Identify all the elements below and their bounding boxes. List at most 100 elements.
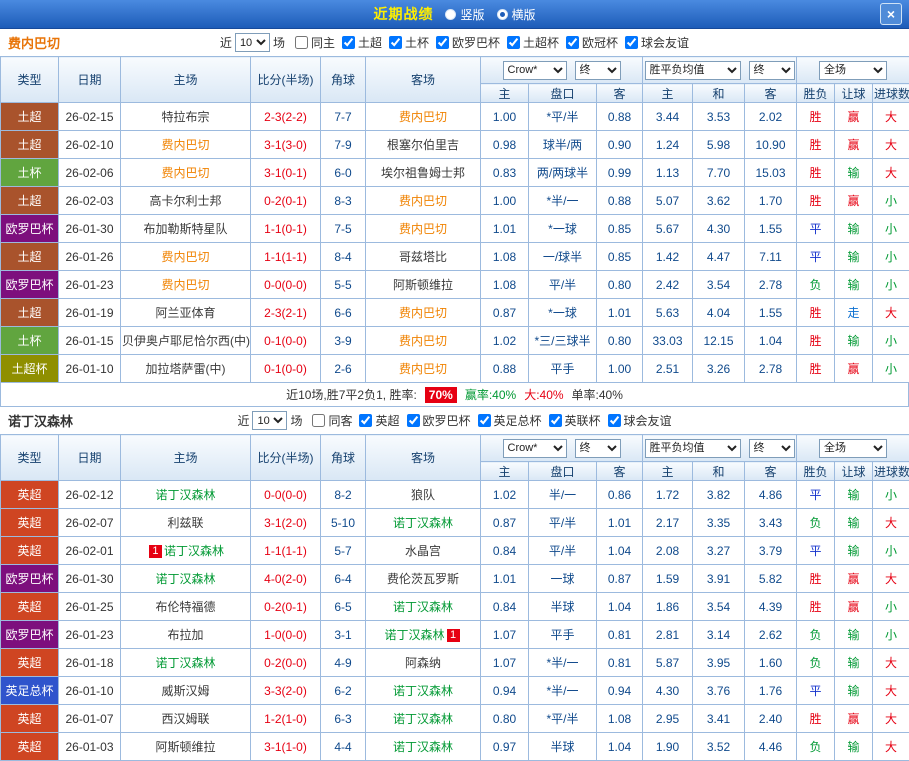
filter-option[interactable]: 欧罗巴杯 [436,34,500,51]
team-link[interactable]: 费内巴切 [161,250,209,264]
asian-final-select[interactable]: 终 [575,61,621,80]
recent-count-select[interactable]: 10 [252,411,287,430]
close-button[interactable]: × [880,3,902,25]
filter-checkbox[interactable] [608,414,621,427]
match-date: 26-01-18 [59,649,121,677]
team-link[interactable]: 费伦茨瓦罗斯 [387,572,459,586]
euro-average-select[interactable]: 胜平负均值 [645,61,741,80]
team-link[interactable]: 水晶宫 [405,544,441,558]
team-link[interactable]: 利兹联 [167,516,203,530]
bookmaker-select[interactable]: Crow* [503,439,567,458]
asian-handicap: 平手 [529,621,597,649]
filter-checkbox[interactable] [295,36,308,49]
fulltime-select[interactable]: 全场 [819,439,887,458]
team-link[interactable]: 诺丁汉森林 [155,572,215,586]
team-section-away: 诺丁汉森林 近 10 场 同客英超欧罗巴杯英足总杯英联杯球会友谊 类型 [0,407,909,761]
radio-circle-checked-icon[interactable] [497,9,508,20]
filter-option[interactable]: 土杯 [389,34,429,51]
match-row: 英超26-01-03阿斯顿维拉3-1(1-0)4-4诺丁汉森林0.97半球1.0… [1,733,909,761]
filter-checkbox[interactable] [407,414,420,427]
away-team: 诺丁汉森林 [366,733,481,761]
filter-checkbox[interactable] [436,36,449,49]
filter-checkbox[interactable] [507,36,520,49]
asian-away-odds: 0.86 [597,481,643,509]
filter-option[interactable]: 英联杯 [549,412,601,429]
team-link[interactable]: 诺丁汉森林 [155,488,215,502]
team-link[interactable]: 高卡尔利士邦 [149,194,221,208]
team-link[interactable]: 贝伊奥卢耶尼恰尔西(中) [122,334,250,348]
asian-handicap: *一球 [529,299,597,327]
team-link[interactable]: 埃尔祖鲁姆士邦 [381,166,465,180]
team-link[interactable]: 费内巴切 [399,110,447,124]
filter-checkbox[interactable] [342,36,355,49]
team-link[interactable]: 狼队 [411,488,435,502]
team-link[interactable]: 费内巴切 [161,138,209,152]
team-link[interactable]: 费内巴切 [399,362,447,376]
goals-flag: 大 [873,159,909,187]
filter-option[interactable]: 土超杯 [507,34,559,51]
team-link[interactable]: 阿斯顿维拉 [393,278,453,292]
team-link[interactable]: 西汉姆联 [161,712,209,726]
handicap-flag: 输 [835,215,873,243]
filter-option[interactable]: 球会友谊 [625,34,689,51]
team-link[interactable]: 布拉加 [167,628,203,642]
bookmaker-select[interactable]: Crow* [503,61,567,80]
euro-final-select[interactable]: 终 [749,439,795,458]
euro-final-select[interactable]: 终 [749,61,795,80]
match-row: 土超26-02-10费内巴切3-1(3-0)7-9根塞尔伯里吉0.98球半/两0… [1,131,909,159]
asian-handicap: 半球 [529,733,597,761]
team-link[interactable]: 哥兹塔比 [399,250,447,264]
filter-checkbox[interactable] [312,414,325,427]
filter-checkbox[interactable] [566,36,579,49]
filter-option[interactable]: 球会友谊 [608,412,672,429]
team-link[interactable]: 费内巴切 [399,222,447,236]
team-link[interactable]: 费内巴切 [161,166,209,180]
filter-checkbox[interactable] [389,36,402,49]
filter-checkbox[interactable] [625,36,638,49]
score: 3-3(2-0) [251,677,321,705]
horizontal-layout-radio[interactable]: 横版 [497,6,536,23]
team-link[interactable]: 诺丁汉森林 [164,544,224,558]
filter-option[interactable]: 英超 [359,412,399,429]
team-link[interactable]: 诺丁汉森林 [393,740,453,754]
radio-circle-icon[interactable] [445,9,456,20]
team-link[interactable]: 阿兰亚体育 [155,306,215,320]
filter-option[interactable]: 同客 [312,412,352,429]
recent-count-select[interactable]: 10 [235,33,270,52]
team-link[interactable]: 布加勒斯特星队 [143,222,227,236]
team-link[interactable]: 诺丁汉森林 [155,656,215,670]
team-link[interactable]: 特拉布宗 [161,110,209,124]
league-tag: 英超 [1,593,59,621]
filter-option[interactable]: 土超 [342,34,382,51]
euro-draw-odds: 3.14 [693,621,745,649]
filter-option[interactable]: 欧冠杯 [566,34,618,51]
team-link[interactable]: 费内巴切 [399,306,447,320]
team-link[interactable]: 诺丁汉森林 [393,684,453,698]
filter-checkbox[interactable] [359,414,372,427]
asian-final-select[interactable]: 终 [575,439,621,458]
team-link[interactable]: 阿斯顿维拉 [155,740,215,754]
euro-average-select[interactable]: 胜平负均值 [645,439,741,458]
filter-checkbox[interactable] [549,414,562,427]
team-link[interactable]: 诺丁汉森林 [384,628,444,642]
team-link[interactable]: 根塞尔伯里吉 [387,138,459,152]
team-link[interactable]: 诺丁汉森林 [393,600,453,614]
team-link[interactable]: 威斯汉姆 [161,684,209,698]
team-link[interactable]: 诺丁汉森林 [393,712,453,726]
team-link[interactable]: 布伦特福德 [155,600,215,614]
handicap-flag: 输 [835,537,873,565]
home-team: 布伦特福德 [121,593,251,621]
goals-flag: 大 [873,131,909,159]
team-link[interactable]: 加拉塔萨雷(中) [146,362,226,376]
team-link[interactable]: 费内巴切 [399,334,447,348]
filter-option[interactable]: 英足总杯 [478,412,542,429]
vertical-layout-radio[interactable]: 竖版 [445,6,484,23]
team-link[interactable]: 费内巴切 [161,278,209,292]
team-link[interactable]: 阿森纳 [405,656,441,670]
filter-option[interactable]: 同主 [295,34,335,51]
team-link[interactable]: 诺丁汉森林 [393,516,453,530]
team-link[interactable]: 费内巴切 [399,194,447,208]
filter-checkbox[interactable] [478,414,491,427]
filter-option[interactable]: 欧罗巴杯 [407,412,471,429]
fulltime-select[interactable]: 全场 [819,61,887,80]
